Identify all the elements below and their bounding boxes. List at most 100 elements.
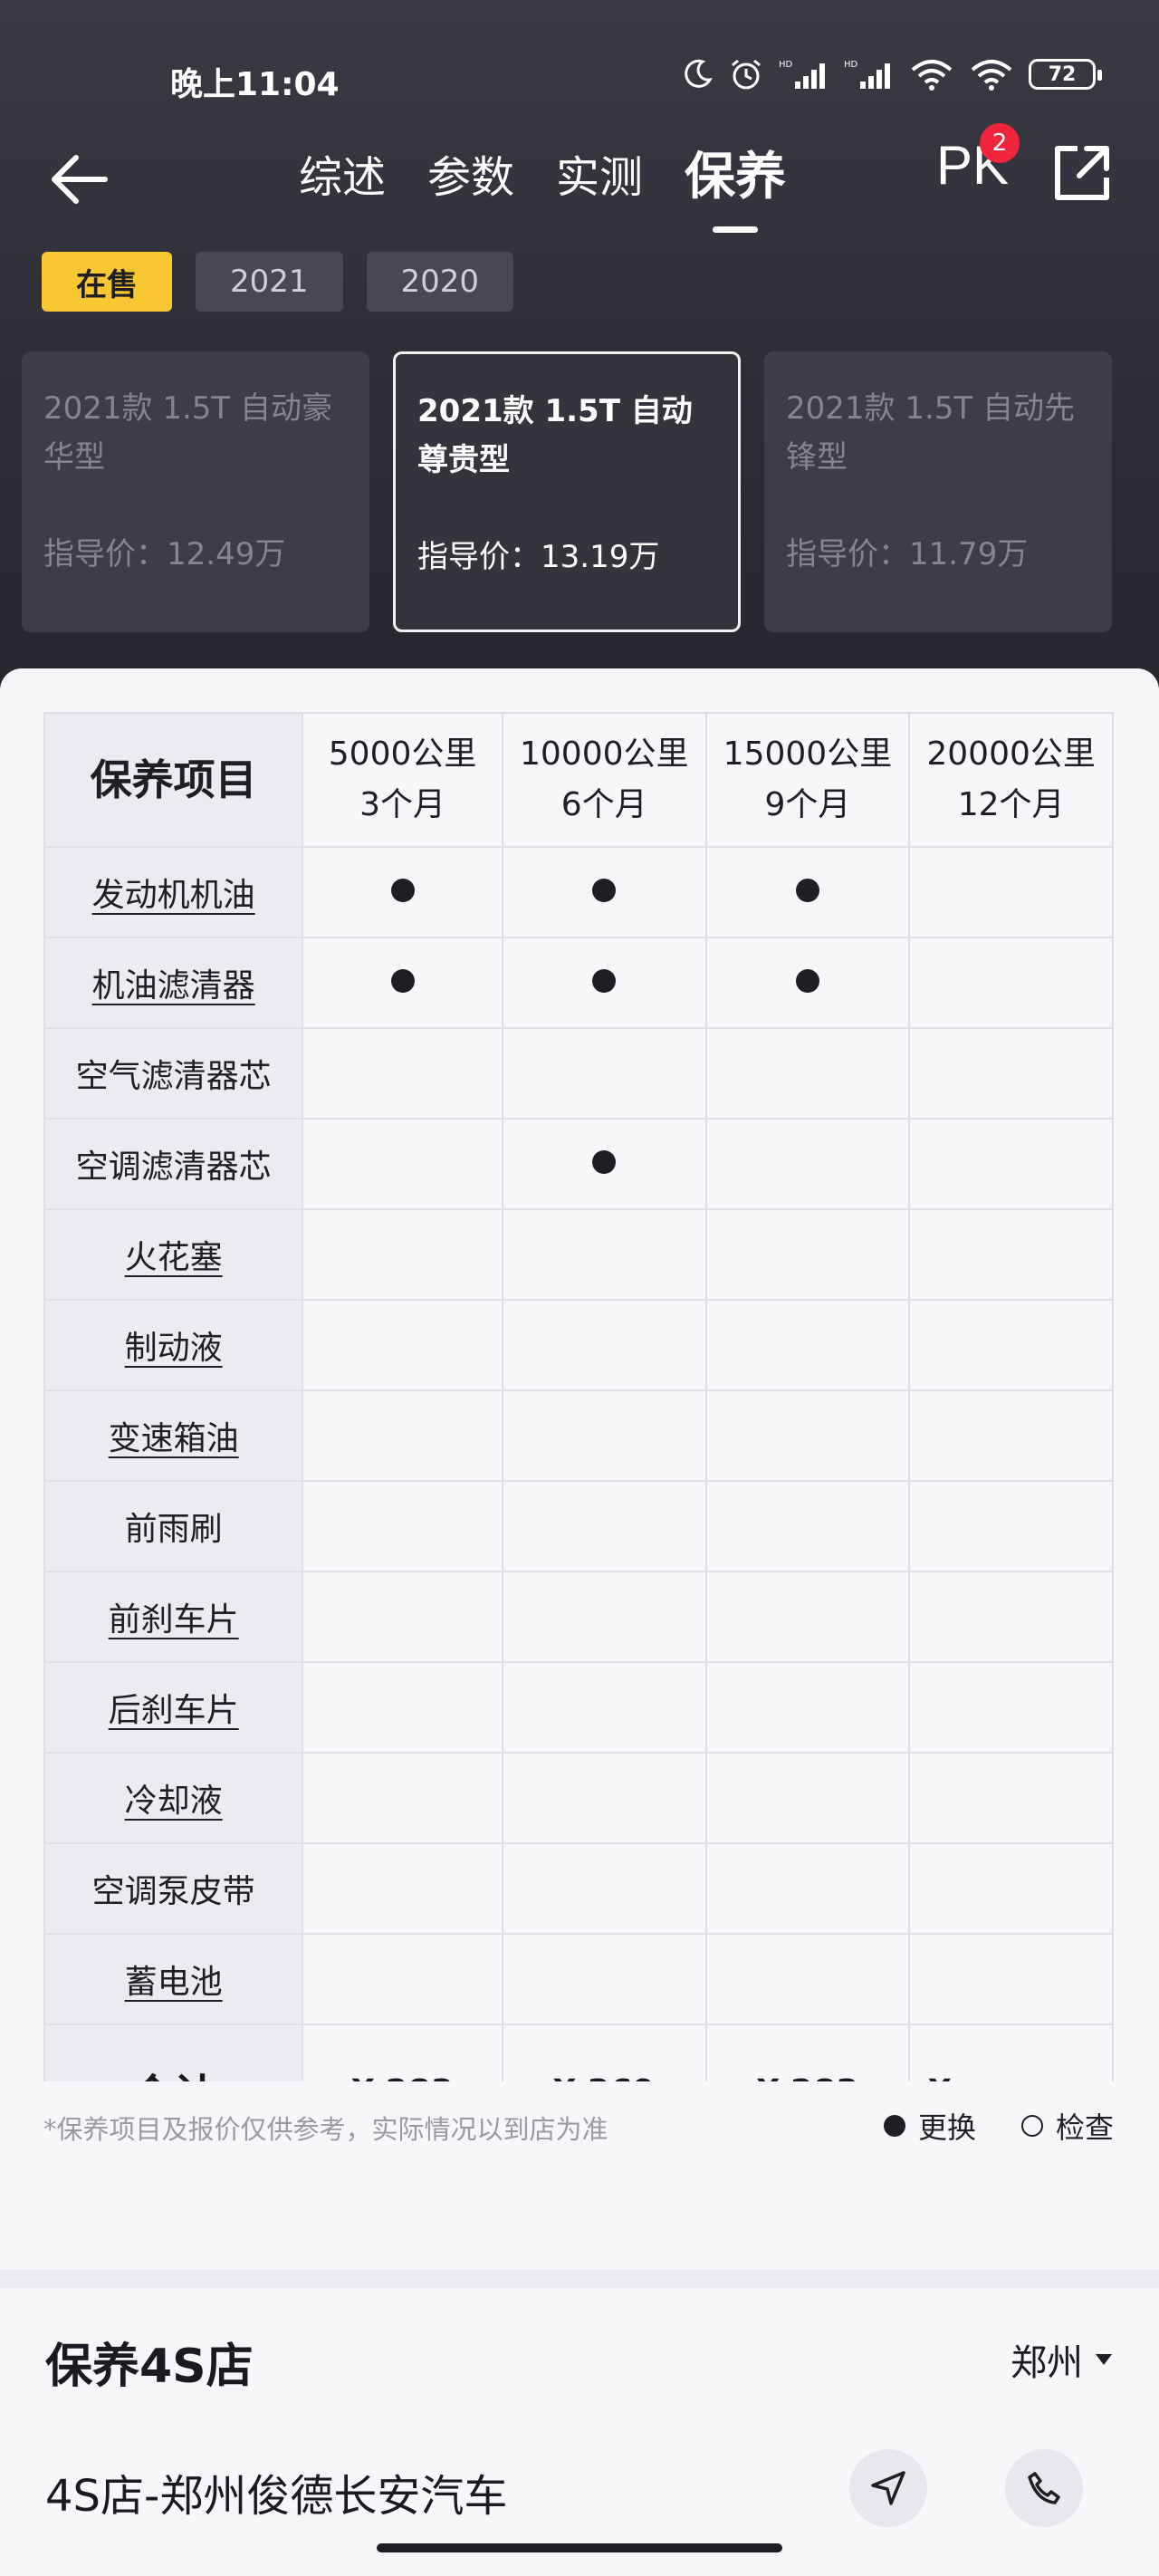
maintenance-item[interactable]: 后刹车片 bbox=[43, 1661, 304, 1754]
schedule-cell bbox=[908, 1027, 1114, 1120]
schedule-cell bbox=[704, 1389, 911, 1482]
maintenance-item[interactable]: 蓄电池 bbox=[43, 1933, 304, 2025]
maintenance-item-label: 发动机机油 bbox=[91, 877, 255, 914]
schedule-cell bbox=[501, 1933, 707, 2025]
replace-dot-icon bbox=[390, 879, 415, 902]
schedule-cell bbox=[501, 1480, 707, 1572]
interval-header: 20000公里 12个月 bbox=[908, 712, 1114, 848]
maintenance-item-label: 冷却液 bbox=[124, 1783, 223, 1820]
schedule-cell bbox=[501, 1118, 707, 1210]
schedule-cell bbox=[302, 1299, 503, 1391]
schedule-cell bbox=[302, 1480, 503, 1572]
maintenance-item-label: 后刹车片 bbox=[108, 1692, 239, 1729]
maintenance-item: 空调滤清器芯 bbox=[43, 1118, 304, 1210]
moon-icon bbox=[685, 59, 713, 88]
schedule-cell bbox=[501, 1389, 707, 1482]
signal-icon: HD bbox=[779, 60, 825, 89]
maintenance-item-label: 制动液 bbox=[124, 1330, 223, 1367]
interval-months: 6个月 bbox=[560, 786, 647, 823]
replace-dot-icon bbox=[795, 879, 819, 902]
dealer-name[interactable]: 4S店-郑州俊德长安汽车 bbox=[45, 2460, 507, 2523]
table-body: 发动机机油机油滤清器空气滤清器芯 空调滤清器芯 火花塞制动液变速箱油前雨刷前刹车片后… bbox=[43, 846, 1114, 2025]
tab-maintenance[interactable]: 保养 bbox=[685, 136, 786, 209]
table-row: 机油滤清器 bbox=[43, 937, 1114, 1029]
back-arrow-icon[interactable] bbox=[45, 145, 114, 214]
shop-section: 保养4S店 郑州 4S店-郑州俊德长安汽车 bbox=[0, 2288, 1159, 2576]
total-row: 合计 ¥ 283 ¥ 369 ¥ 283 ¥ bbox=[43, 2023, 1114, 2081]
schedule-cell bbox=[704, 1933, 911, 2025]
interval-header: 5000公里 3个月 bbox=[302, 712, 503, 848]
trim-card[interactable]: 2021款 1.5T 自动先锋型 指导价：11.79万 bbox=[764, 351, 1112, 632]
table-row: 冷却液 bbox=[43, 1752, 1114, 1844]
legend-check: 检查 bbox=[1055, 2110, 1114, 2145]
trim-name: 2021款 1.5T 自动先锋型 bbox=[786, 390, 1075, 476]
schedule-cell bbox=[704, 1208, 911, 1301]
home-indicator[interactable] bbox=[377, 2543, 782, 2552]
maintenance-item[interactable]: 机油滤清器 bbox=[43, 937, 304, 1029]
total-label: 合计 bbox=[43, 2023, 304, 2081]
table-row: 发动机机油 bbox=[43, 846, 1114, 938]
interval-months: 9个月 bbox=[764, 786, 851, 823]
maintenance-item[interactable]: 发动机机油 bbox=[43, 846, 304, 938]
maintenance-item[interactable]: 变速箱油 bbox=[43, 1389, 304, 1482]
table-row: 制动液 bbox=[43, 1299, 1114, 1391]
schedule-cell bbox=[704, 1752, 911, 1844]
maintenance-item[interactable]: 冷却液 bbox=[43, 1752, 304, 1844]
corner-header: 保养项目 bbox=[43, 712, 304, 848]
share-icon[interactable] bbox=[1050, 141, 1114, 205]
navigate-button[interactable] bbox=[849, 2449, 927, 2527]
nav-bar: 综述 参数 实测 保养 PK 2 bbox=[0, 123, 1159, 226]
total-value: ¥ 369 bbox=[501, 2023, 707, 2081]
city-selector[interactable]: 郑州 bbox=[1011, 2333, 1112, 2386]
schedule-cell bbox=[501, 1299, 707, 1391]
trim-price: 指导价：12.49万 bbox=[43, 536, 286, 572]
trim-card[interactable]: 2021款 1.5T 自动豪华型 指导价：12.49万 bbox=[22, 351, 369, 632]
schedule-cell bbox=[501, 846, 707, 938]
maintenance-item[interactable]: 制动液 bbox=[43, 1299, 304, 1391]
tab-params[interactable]: 参数 bbox=[427, 141, 514, 209]
maintenance-item: 空调泵皮带 bbox=[43, 1842, 304, 1935]
call-button[interactable] bbox=[1005, 2449, 1083, 2527]
schedule-cell bbox=[302, 1208, 503, 1301]
schedule-cell bbox=[501, 1661, 707, 1754]
maintenance-table-scroll[interactable]: 保养项目 5000公里 3个月 10000公里 6个月 15000公里 9个月 bbox=[43, 712, 1114, 2081]
trim-card-selected[interactable]: 2021款 1.5T 自动尊贵型 指导价：13.19万 bbox=[393, 351, 741, 632]
section-divider bbox=[0, 2270, 1159, 2288]
schedule-cell bbox=[704, 1661, 911, 1754]
replace-dot-icon bbox=[592, 969, 617, 993]
maintenance-sheet: 保养项目 5000公里 3个月 10000公里 6个月 15000公里 9个月 bbox=[0, 668, 1159, 2273]
navigation-arrow-icon bbox=[871, 2471, 905, 2505]
replace-dot-icon bbox=[592, 879, 617, 902]
schedule-cell bbox=[908, 1752, 1114, 1844]
chip-2020[interactable]: 2020 bbox=[366, 252, 514, 312]
alarm-icon bbox=[732, 59, 761, 90]
maintenance-item[interactable]: 前刹车片 bbox=[43, 1571, 304, 1663]
page-header: 晚上11:04 HD HD 72 综述 参数 实测 保养 PK 2 在售 202… bbox=[0, 0, 1159, 697]
status-bar: 晚上11:04 HD HD 72 bbox=[0, 53, 1159, 107]
maintenance-item-label: 前雨刷 bbox=[124, 1511, 223, 1548]
disclaimer-note: *保养项目及报价仅供参考，实际情况以到店为准 bbox=[43, 2114, 608, 2145]
schedule-cell bbox=[501, 937, 707, 1029]
chip-2021[interactable]: 2021 bbox=[196, 252, 343, 312]
table-header-row: 保养项目 5000公里 3个月 10000公里 6个月 15000公里 9个月 bbox=[43, 712, 1114, 848]
table-row: 空气滤清器芯 bbox=[43, 1027, 1114, 1120]
section-title: 保养4S店 bbox=[45, 2340, 254, 2394]
trim-name: 2021款 1.5T 自动尊贵型 bbox=[417, 393, 693, 478]
table-row: 前雨刷 bbox=[43, 1480, 1114, 1572]
maintenance-item[interactable]: 火花塞 bbox=[43, 1208, 304, 1301]
table-row: 火花塞 bbox=[43, 1208, 1114, 1301]
wifi-icon bbox=[911, 60, 953, 91]
schedule-cell bbox=[501, 1208, 707, 1301]
tab-tests[interactable]: 实测 bbox=[556, 141, 643, 209]
interval-header: 15000公里 9个月 bbox=[704, 712, 911, 848]
tab-overview[interactable]: 综述 bbox=[299, 141, 386, 209]
pk-count-badge: 2 bbox=[980, 123, 1020, 163]
interval-months: 12个月 bbox=[957, 786, 1065, 823]
schedule-cell bbox=[501, 1571, 707, 1663]
schedule-cell bbox=[302, 1661, 503, 1754]
maintenance-item-label: 蓄电池 bbox=[124, 1964, 223, 2001]
interval-km: 10000公里 bbox=[519, 735, 689, 773]
trim-price: 指导价：11.79万 bbox=[786, 536, 1029, 572]
maintenance-item-label: 机油滤清器 bbox=[91, 967, 255, 1004]
chip-on-sale[interactable]: 在售 bbox=[42, 252, 172, 312]
